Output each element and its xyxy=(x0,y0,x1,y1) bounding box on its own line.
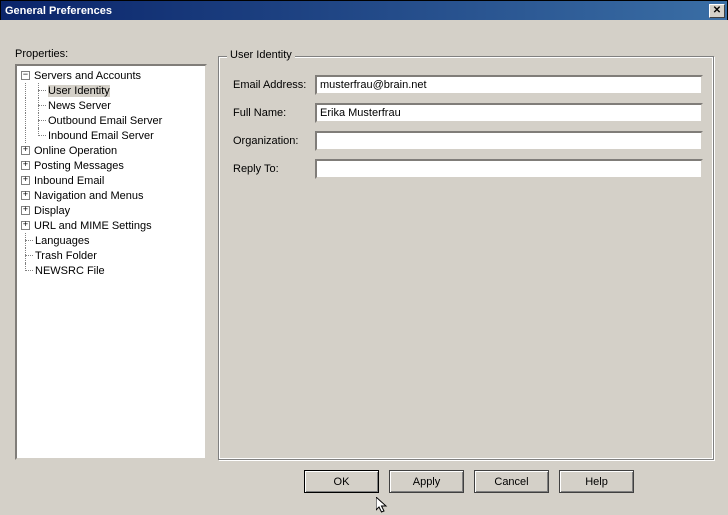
expand-icon[interactable]: + xyxy=(21,146,30,155)
titlebar: General Preferences ✕ xyxy=(1,1,727,21)
group-title: User Identity xyxy=(227,49,295,61)
organization-field[interactable] xyxy=(315,131,703,151)
email-field[interactable] xyxy=(315,75,703,95)
tree-item-trash-folder[interactable]: Trash Folder xyxy=(17,248,205,263)
close-icon: ✕ xyxy=(713,6,721,16)
fullname-label: Full Name: xyxy=(233,107,315,119)
email-label: Email Address: xyxy=(233,79,315,91)
collapse-icon[interactable]: − xyxy=(21,71,30,80)
cancel-button[interactable]: Cancel xyxy=(474,470,549,493)
tree-item-navigation[interactable]: + Navigation and Menus xyxy=(17,188,205,203)
identity-form: Email Address: Full Name: Organization: … xyxy=(233,75,703,187)
tree-item-outbound-email[interactable]: Outbound Email Server xyxy=(17,113,205,128)
tree-item-inbound-email[interactable]: + Inbound Email xyxy=(17,173,205,188)
window-title: General Preferences xyxy=(5,5,112,17)
user-identity-group: User Identity Email Address: Full Name: … xyxy=(218,56,714,460)
expand-icon[interactable]: + xyxy=(21,206,30,215)
close-button[interactable]: ✕ xyxy=(709,4,725,18)
ok-button[interactable]: OK xyxy=(304,470,379,493)
tree-item-news-server[interactable]: News Server xyxy=(17,98,205,113)
tree-item-servers-accounts[interactable]: − Servers and Accounts xyxy=(17,68,205,83)
replyto-field[interactable] xyxy=(315,159,703,179)
expand-icon[interactable]: + xyxy=(21,191,30,200)
tree-item-online-operation[interactable]: + Online Operation xyxy=(17,143,205,158)
properties-tree[interactable]: − Servers and Accounts User Identity New… xyxy=(15,64,207,460)
expand-icon[interactable]: + xyxy=(21,221,30,230)
tree-item-inbound-email-server[interactable]: Inbound Email Server xyxy=(17,128,205,143)
apply-button[interactable]: Apply xyxy=(389,470,464,493)
expand-icon[interactable]: + xyxy=(21,176,30,185)
fullname-field[interactable] xyxy=(315,103,703,123)
tree-item-posting-messages[interactable]: + Posting Messages xyxy=(17,158,205,173)
help-button[interactable]: Help xyxy=(559,470,634,493)
tree-item-url-mime[interactable]: + URL and MIME Settings xyxy=(17,218,205,233)
replyto-label: Reply To: xyxy=(233,163,315,175)
expand-icon[interactable]: + xyxy=(21,161,30,170)
tree-item-user-identity[interactable]: User Identity xyxy=(17,83,205,98)
dialog-buttons: OK Apply Cancel Help xyxy=(0,470,728,493)
tree-item-display[interactable]: + Display xyxy=(17,203,205,218)
client-area: Properties: − Servers and Accounts User … xyxy=(0,20,728,505)
organization-label: Organization: xyxy=(233,135,315,147)
cursor-icon xyxy=(376,497,388,515)
properties-label: Properties: xyxy=(15,48,68,60)
tree-item-newsrc[interactable]: NEWSRC File xyxy=(17,263,205,278)
tree-item-languages[interactable]: Languages xyxy=(17,233,205,248)
